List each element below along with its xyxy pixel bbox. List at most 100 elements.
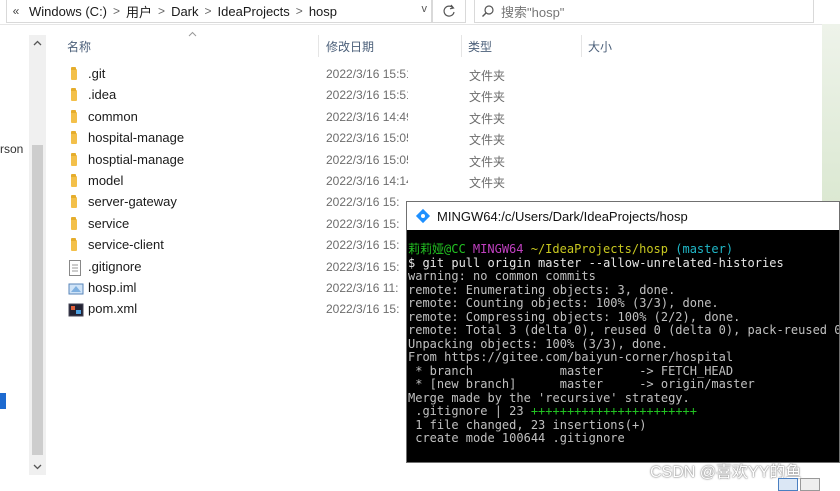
nav-scrollbar[interactable] <box>29 35 46 475</box>
view-icons-button[interactable] <box>800 478 820 491</box>
crumb-drive[interactable]: Windows (C:) <box>25 4 111 19</box>
crumb-dark[interactable]: Dark <box>167 4 202 19</box>
column-divider[interactable] <box>461 35 462 57</box>
overflow-chevron-icon[interactable]: « <box>7 4 25 18</box>
file-type: 文件夹 <box>469 111 506 126</box>
terminal-title: MINGW64:/c/Users/Dark/IdeaProjects/hosp <box>437 208 688 224</box>
file-type: 文件夹 <box>469 154 506 169</box>
file-date: 2022/3/16 14:49 <box>326 109 408 124</box>
file-row[interactable]: server-gateway 2022/3/16 15: <box>60 192 410 213</box>
file-row[interactable]: hosp.iml 2022/3/16 11: <box>60 278 410 299</box>
output-line: warning: no common commits <box>408 269 596 283</box>
output-line: Unpacking objects: 100% (3/3), done. <box>408 336 669 351</box>
file-row[interactable]: hospital-manage 2022/3/16 15:05 文件夹 <box>60 128 505 149</box>
prompt-env: MINGW64 <box>472 242 524 256</box>
column-header-name[interactable]: 名称 <box>67 38 91 55</box>
output-line: * branch master -> FETCH_HEAD <box>408 363 734 378</box>
search-icon <box>475 4 501 18</box>
separator-icon[interactable]: > <box>294 4 305 18</box>
file-row[interactable]: service 2022/3/16 15: <box>60 214 410 235</box>
search-placeholder: 搜索"hosp" <box>501 4 565 20</box>
breadcrumb[interactable]: « Windows (C:) > 用户 > Dark > IdeaProject… <box>6 0 432 23</box>
terminal-output[interactable]: 莉莉娅@CC MINGW64 ~/IdeaProjects/hosp (mast… <box>407 230 839 462</box>
xml-file-icon <box>68 302 84 318</box>
file-name: .gitignore <box>88 258 142 274</box>
address-dropdown-icon[interactable]: v <box>422 3 428 15</box>
file-name: service-client <box>88 237 164 253</box>
separator-icon[interactable]: > <box>111 4 122 18</box>
separator-icon[interactable]: > <box>156 4 167 18</box>
git-bash-window[interactable]: MINGW64:/c/Users/Dark/IdeaProjects/hosp … <box>406 201 840 463</box>
separator-icon[interactable]: > <box>203 4 214 18</box>
crumb-hosp[interactable]: hosp <box>305 4 341 19</box>
output-line: 1 file changed, 23 insertions(+) <box>408 417 647 432</box>
nav-pane-item-label[interactable]: rson <box>0 142 23 156</box>
diffstat-file: .gitignore | 23 <box>408 404 531 418</box>
search-input[interactable]: 搜索"hosp" <box>474 0 814 23</box>
command-line: $ git pull origin master --allow-unrelat… <box>408 255 784 270</box>
file-date: 2022/3/16 15: <box>326 238 400 253</box>
iml-file-icon <box>68 281 84 297</box>
file-date: 2022/3/16 15:05 <box>326 152 408 167</box>
file-name: .git <box>88 66 106 81</box>
folder-icon <box>68 67 84 83</box>
file-row[interactable]: common 2022/3/16 14:49 文件夹 <box>60 107 505 128</box>
file-type: 文件夹 <box>469 133 506 148</box>
refresh-icon <box>443 4 455 17</box>
scroll-up-icon[interactable] <box>29 35 46 51</box>
output-line: remote: Total 3 (delta 0), reused 0 (del… <box>408 323 840 337</box>
prompt-path: ~/IdeaProjects/hosp <box>530 242 669 256</box>
file-name: pom.xml <box>88 301 138 317</box>
file-date: 2022/3/16 15: <box>326 216 400 231</box>
output-line: create mode 100644 .gitignore <box>408 431 625 445</box>
folder-icon <box>68 174 84 190</box>
file-date: 2022/3/16 14:14 <box>326 174 408 188</box>
file-name: hospital-manage <box>88 130 185 146</box>
view-details-button[interactable] <box>778 478 798 491</box>
file-row[interactable]: .gitignore 2022/3/16 15: <box>60 257 410 278</box>
output-line: From https://gitee.com/baiyun-corner/hos… <box>408 350 734 364</box>
column-header-size[interactable]: 大小 <box>588 38 612 55</box>
crumb-ideaprojects[interactable]: IdeaProjects <box>214 4 294 19</box>
address-bar-row: « Windows (C:) > 用户 > Dark > IdeaProject… <box>0 0 840 25</box>
file-type: 文件夹 <box>469 69 506 83</box>
file-name: hosptial-manage <box>88 151 185 167</box>
file-type: 文件夹 <box>469 90 506 105</box>
file-row[interactable]: hosptial-manage 2022/3/16 15:05 文件夹 <box>60 150 505 171</box>
file-row[interactable]: .idea 2022/3/16 15:51 文件夹 <box>60 85 505 106</box>
folder-icon <box>68 152 84 169</box>
file-type: 文件夹 <box>469 176 506 190</box>
file-name: .idea <box>88 87 117 103</box>
file-date: 2022/3/16 15: <box>326 259 400 274</box>
file-row[interactable]: .git 2022/3/16 15:51 文件夹 <box>60 64 505 85</box>
nav-selection-indicator <box>0 393 6 409</box>
refresh-button[interactable] <box>432 0 466 23</box>
file-date: 2022/3/16 15: <box>326 302 400 317</box>
file-date: 2022/3/16 15:51 <box>326 88 408 103</box>
column-divider[interactable] <box>318 35 319 57</box>
file-name: service <box>88 215 130 231</box>
terminal-title-bar[interactable]: MINGW64:/c/Users/Dark/IdeaProjects/hosp <box>407 202 839 230</box>
file-row[interactable]: service-client 2022/3/16 15: <box>60 235 410 256</box>
file-row[interactable]: pom.xml 2022/3/16 15: <box>60 299 410 320</box>
scrollbar-thumb[interactable] <box>32 145 43 455</box>
folder-icon <box>68 238 84 254</box>
file-name: hosp.iml <box>88 280 137 295</box>
column-headers: 名称 修改日期 类型 大小 <box>60 31 760 57</box>
file-row[interactable]: model 2022/3/16 14:14 文件夹 <box>60 171 505 192</box>
crumb-users[interactable]: 用户 <box>122 2 156 21</box>
column-header-type[interactable]: 类型 <box>468 38 492 55</box>
file-name: common <box>88 108 138 124</box>
output-line: remote: Counting objects: 100% (3/3), do… <box>408 296 719 310</box>
output-line: remote: Enumerating objects: 3, done. <box>408 282 676 297</box>
column-header-date[interactable]: 修改日期 <box>326 38 374 55</box>
output-line: Merge made by the 'recursive' strategy. <box>408 390 690 405</box>
file-date: 2022/3/16 11: <box>326 281 399 295</box>
folder-icon <box>68 195 84 211</box>
file-date: 2022/3/16 15:05 <box>326 131 408 146</box>
file-date: 2022/3/16 15: <box>326 195 400 210</box>
scroll-down-icon[interactable] <box>29 459 46 475</box>
file-name: server-gateway <box>88 194 177 210</box>
column-divider[interactable] <box>581 35 582 57</box>
file-date: 2022/3/16 15:51 <box>326 67 408 81</box>
